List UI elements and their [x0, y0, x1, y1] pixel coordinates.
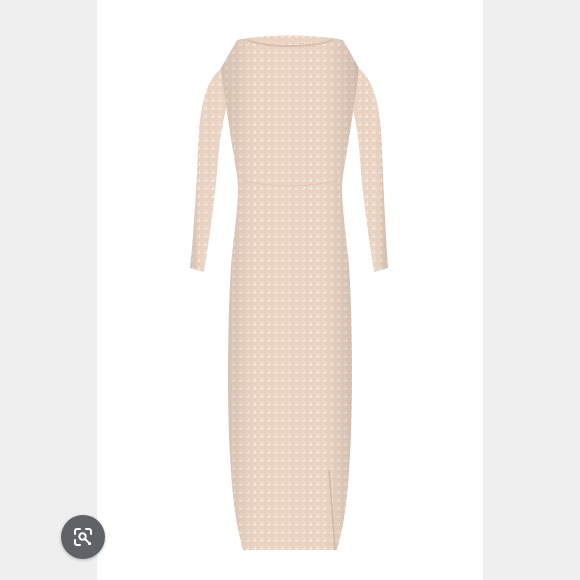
- visual-search-button[interactable]: [61, 515, 105, 559]
- lens-visual-search-icon: [74, 528, 92, 546]
- left-background-band: [0, 0, 97, 580]
- dress-photo: [190, 35, 388, 551]
- image-viewer: [0, 0, 580, 580]
- product-photo-area: [97, 0, 483, 580]
- right-background-band: [483, 0, 580, 580]
